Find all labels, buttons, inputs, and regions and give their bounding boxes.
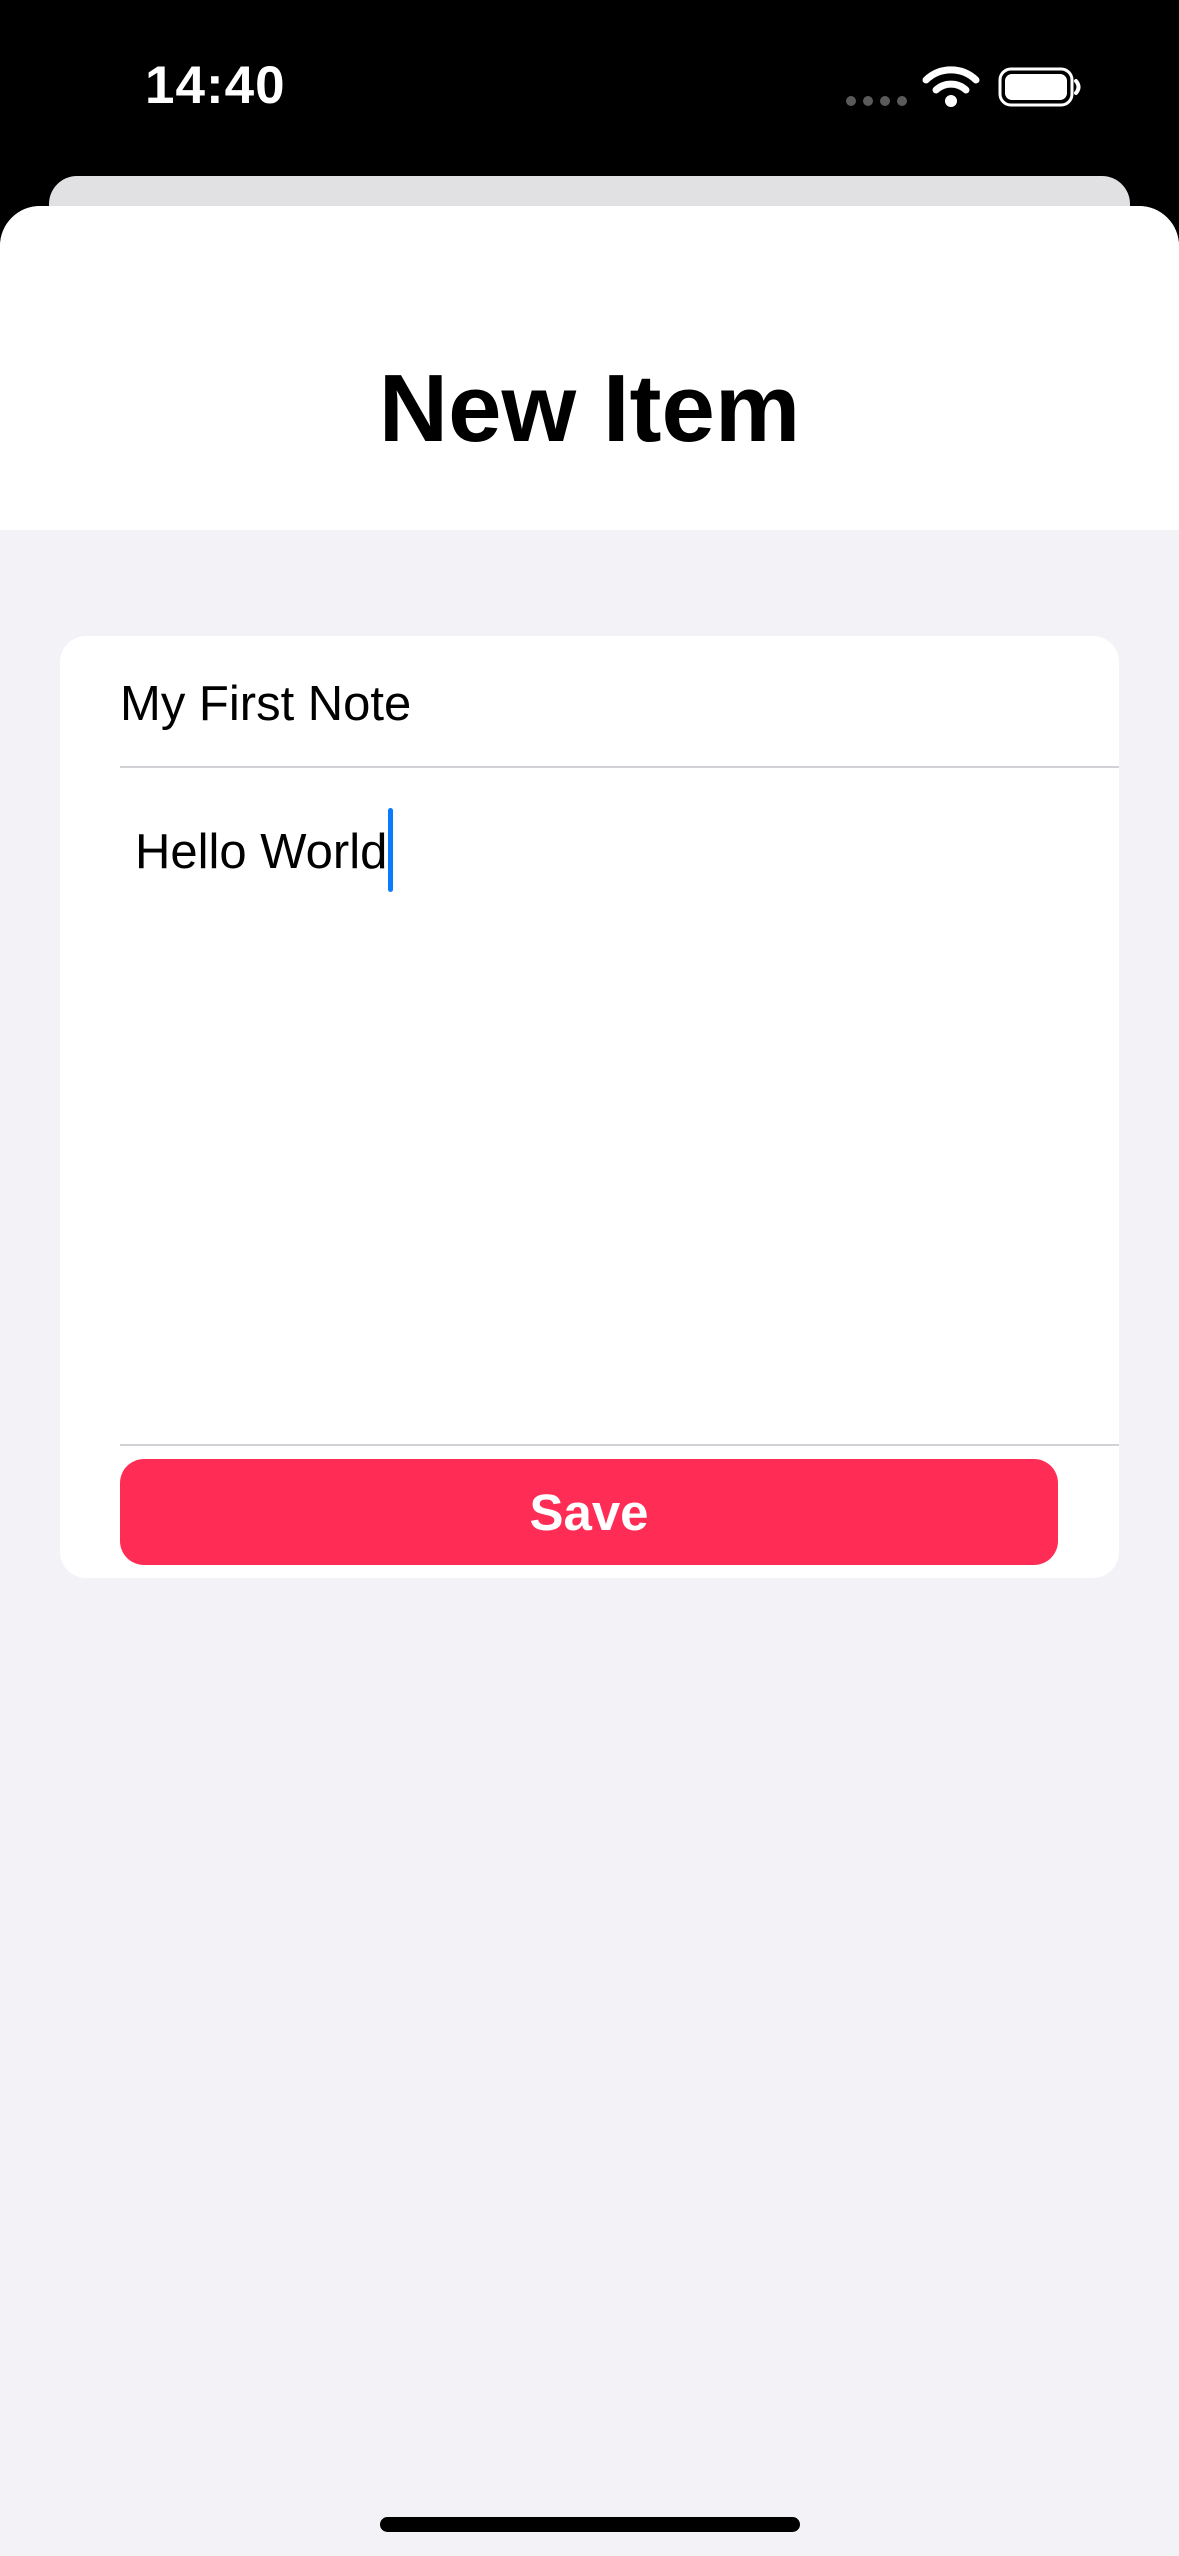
sheet-header: New Item (0, 206, 1179, 530)
signal-dots-icon (846, 96, 907, 106)
battery-icon (998, 67, 1081, 107)
home-indicator[interactable] (380, 2517, 800, 2532)
title-input[interactable]: My First Note (120, 676, 411, 732)
divider (120, 766, 1119, 768)
wifi-icon (922, 66, 980, 107)
save-button[interactable]: Save (120, 1459, 1058, 1565)
form-card: My First Note Hello World (60, 636, 1119, 1578)
new-item-sheet: New Item My First Note Hello World (0, 206, 1179, 2556)
status-bar: 14:40 (0, 0, 1179, 175)
status-time: 14:40 (145, 56, 286, 115)
divider (120, 1444, 1119, 1446)
text-cursor (388, 808, 394, 892)
page-title: New Item (378, 355, 801, 462)
body-text: Hello World (135, 825, 388, 879)
body-text-editor[interactable]: Hello World (135, 808, 394, 892)
